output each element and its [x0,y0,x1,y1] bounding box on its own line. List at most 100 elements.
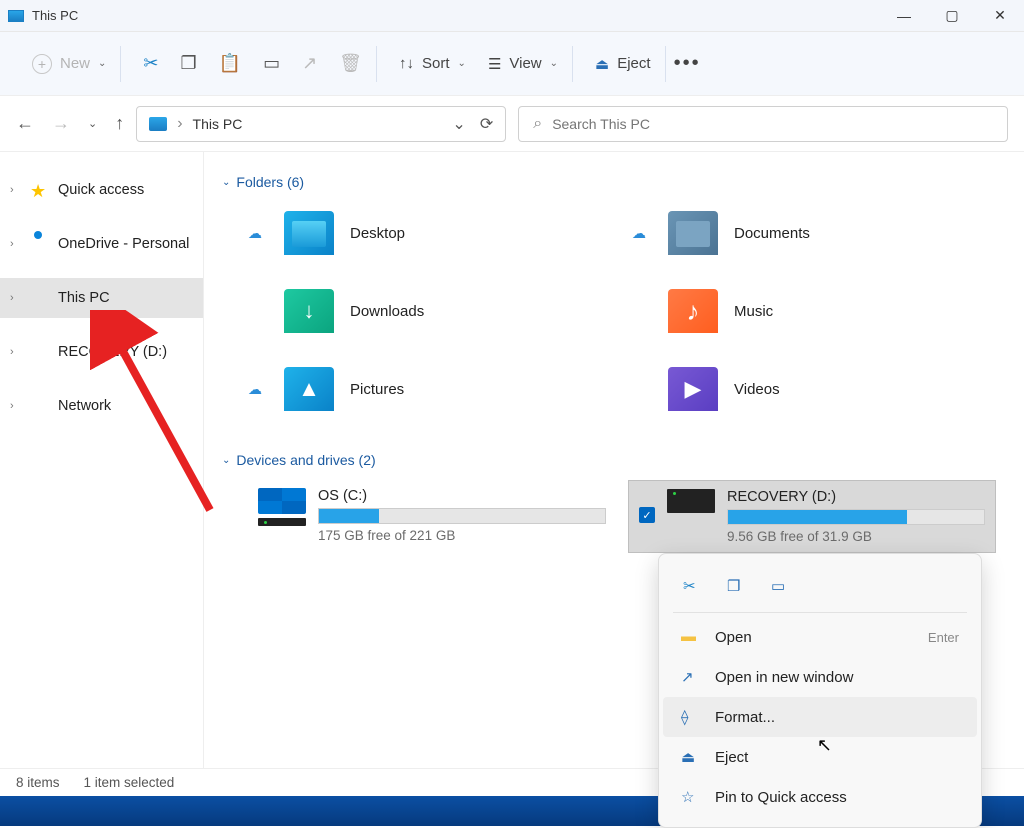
sidebar-item-label: RECOVERY (D:) [58,344,167,360]
format-icon: ⟠ [681,708,699,726]
rename-icon[interactable]: ▭ [263,53,280,74]
view-icon: ☰ [488,55,501,73]
sidebar-item-network[interactable]: › Network [0,386,203,426]
back-button[interactable]: ← [16,113,34,134]
view-button[interactable]: ☰ View ⌄ [488,55,558,73]
drive-name: RECOVERY (D:) [727,489,985,505]
sidebar-item-onedrive[interactable]: › OneDrive - Personal [0,224,203,264]
search-input[interactable] [552,116,993,132]
sidebar-item-label: OneDrive - Personal [58,236,189,252]
forward-button[interactable]: → [52,113,70,134]
folder-label: Downloads [350,303,424,320]
os-drive-icon [258,488,306,526]
sidebar: › ★ Quick access › OneDrive - Personal ›… [0,152,204,796]
folder-music[interactable]: ♪ Music [632,280,996,342]
chevron-right-icon: › [10,292,22,304]
eject-button[interactable]: ⏏ Eject [595,55,651,73]
menu-pin-quick-access[interactable]: ☆ Pin to Quick access [663,777,977,817]
address-bar[interactable]: › This PC ⌄ ⟳ [136,106,506,142]
menu-eject[interactable]: ⏏ Eject [663,737,977,777]
drive-capacity-bar [727,509,985,525]
cut-icon[interactable]: ✂ [143,53,158,74]
sidebar-item-label: This PC [58,290,110,306]
menu-open-new-window[interactable]: ↗ Open in new window [663,657,977,697]
eject-icon: ⏏ [595,55,609,73]
cloud-sync-icon: ☁ [248,225,268,242]
chevron-right-icon: › [10,346,22,358]
drive-capacity-bar [318,508,606,524]
folder-icon: ▬ [681,628,699,646]
shortcut-label: Enter [928,630,959,645]
chevron-right-icon: › [10,400,22,412]
refresh-button[interactable]: ⟳ [480,114,493,134]
selection-count: 1 item selected [84,775,175,790]
eject-icon: ⏏ [681,748,699,766]
copy-icon[interactable]: ❐ [181,53,197,74]
sort-icon: ↑↓ [399,55,414,72]
chevron-down-icon: ⌄ [550,58,558,69]
drive-free-text: 175 GB free of 221 GB [318,528,606,543]
rename-icon[interactable]: ▭ [771,577,789,595]
folder-label: Videos [734,381,780,398]
checkbox-checked-icon[interactable]: ✓ [639,507,655,523]
up-button[interactable]: ↑ [115,113,124,134]
drive-recovery-d[interactable]: ✓ RECOVERY (D:) 9.56 GB free of 31.9 GB [628,480,996,553]
folder-videos[interactable]: ▶ Videos [632,358,996,420]
sort-button[interactable]: ↑↓ Sort ⌄ [399,55,466,72]
close-button[interactable]: ✕ [990,6,1010,26]
titlebar: This PC — ▢ ✕ [0,0,1024,32]
sidebar-item-quick-access[interactable]: › ★ Quick access [0,170,203,210]
recent-button[interactable]: ⌄ [88,117,97,130]
folder-label: Documents [734,225,810,242]
share-icon[interactable]: ↗ [302,53,317,74]
breadcrumb[interactable]: This PC [193,116,243,132]
external-icon: ↗ [681,668,699,686]
drive-os-c[interactable]: OS (C:) 175 GB free of 221 GB [248,480,616,553]
star-icon: ★ [30,181,50,199]
cut-icon[interactable]: ✂ [683,577,701,595]
chevron-down-icon: ⌄ [98,58,106,69]
documents-folder-icon [668,211,718,255]
music-folder-icon: ♪ [668,289,718,333]
desktop-folder-icon [284,211,334,255]
pictures-folder-icon: ▲ [284,367,334,411]
sidebar-item-this-pc[interactable]: › This PC [0,278,203,318]
drive-name: OS (C:) [318,488,606,504]
navbar: ← → ⌄ ↑ › This PC ⌄ ⟳ ⌕ [0,96,1024,152]
menu-format[interactable]: ⟠ Format... [663,697,977,737]
monitor-icon [30,289,50,307]
folder-desktop[interactable]: ☁ Desktop [248,202,612,264]
folders-section-header[interactable]: ⌄ Folders (6) [204,170,1016,202]
more-button[interactable]: ••• [674,52,701,75]
network-icon [30,397,50,415]
copy-icon[interactable]: ❐ [727,577,745,595]
videos-folder-icon: ▶ [668,367,718,411]
sidebar-item-label: Network [58,398,111,414]
context-menu: ✂ ❐ ▭ ▬ Open Enter ↗ Open in new window … [658,553,982,828]
menu-open[interactable]: ▬ Open Enter [663,617,977,657]
folder-documents[interactable]: ☁ Documents [632,202,996,264]
chevron-down-icon: ⌄ [458,58,466,69]
folder-downloads[interactable]: ↓ Downloads [248,280,612,342]
folder-label: Pictures [350,381,404,398]
address-chevron-icon[interactable]: ⌄ [452,114,465,134]
divider [673,612,967,613]
minimize-button[interactable]: — [894,6,914,26]
maximize-button[interactable]: ▢ [942,6,962,26]
paste-icon[interactable]: 📋 [219,53,241,74]
search-bar[interactable]: ⌕ [518,106,1008,142]
drives-section-header[interactable]: ⌄ Devices and drives (2) [204,448,1016,480]
toolbar: + New ⌄ ✂ ❐ 📋 ▭ ↗ 🗑 ↑↓ Sort ⌄ ☰ View ⌄ ⏏… [0,32,1024,96]
this-pc-icon [149,117,167,131]
folder-pictures[interactable]: ☁ ▲ Pictures [248,358,612,420]
new-button[interactable]: + New ⌄ [32,54,106,74]
sidebar-item-recovery[interactable]: › RECOVERY (D:) [0,332,203,372]
drive-free-text: 9.56 GB free of 31.9 GB [727,529,985,544]
chevron-right-icon: › [10,238,22,250]
chevron-down-icon: ⌄ [222,455,230,466]
item-count: 8 items [16,775,60,790]
chevron-right-icon: › [10,184,22,196]
recovery-drive-icon [667,489,715,513]
delete-icon[interactable]: 🗑 [339,53,362,74]
folder-label: Music [734,303,773,320]
